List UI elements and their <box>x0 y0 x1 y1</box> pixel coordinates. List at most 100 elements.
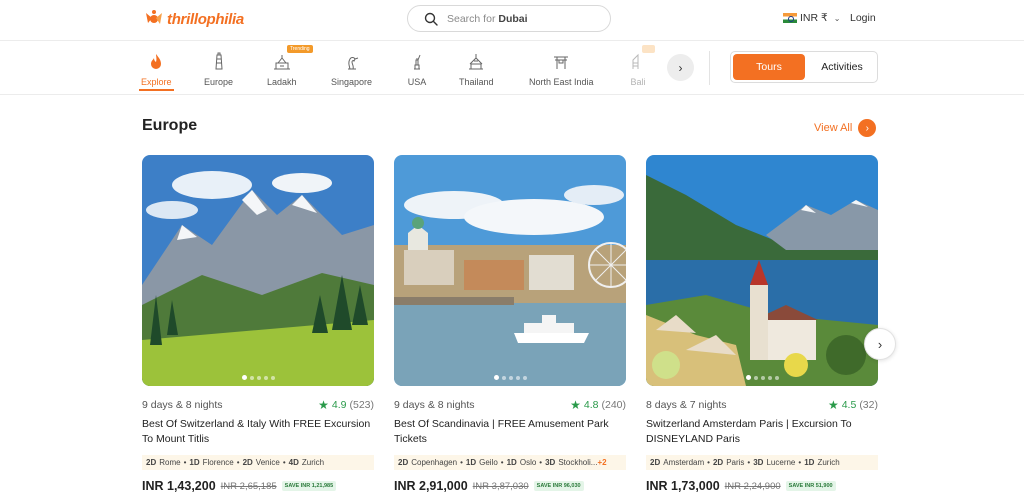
carousel-dot[interactable] <box>501 375 506 380</box>
section-title: Europe <box>142 117 198 134</box>
category-bali[interactable]: Bali <box>628 41 655 95</box>
tour-image[interactable] <box>394 155 626 386</box>
lake-lucerne-photo <box>646 155 878 386</box>
category-thailand[interactable]: Thailand <box>459 41 494 95</box>
category-north-east-india[interactable]: North East India <box>529 41 594 95</box>
itinerary-strip: 2D Copenhagen • 1D Geilo • 1D Oslo • 3D Stockho… <box>394 455 626 470</box>
category-label: Ladakh <box>267 77 297 87</box>
chevron-right-icon: › <box>678 60 683 75</box>
carousel-dot[interactable] <box>508 375 513 380</box>
category-label: USA <box>407 77 427 87</box>
category-europe[interactable]: Europe <box>204 41 233 95</box>
login-link[interactable]: Login <box>850 12 876 24</box>
activities-tab[interactable]: Activities <box>809 54 875 80</box>
category-nav: Explore Europe Trending Ladakh Singapore… <box>0 41 1024 95</box>
view-all-link[interactable]: View All › <box>814 119 877 137</box>
carousel-dot[interactable] <box>493 375 499 380</box>
swiss-mountain-photo <box>142 155 374 386</box>
current-price: INR 1,43,200 <box>142 479 216 492</box>
tour-title[interactable]: Switzerland Amsterdam Paris | Excursion … <box>646 417 878 447</box>
itinerary-place: Lucerne <box>766 458 796 467</box>
carousel-dot[interactable] <box>249 375 254 380</box>
itinerary-days: 1D <box>506 458 517 467</box>
temple-icon <box>469 54 484 70</box>
tour-card[interactable]: 9 days & 8 nights ★ 4.8 (240) Best Of Sc… <box>394 155 626 492</box>
category-label: North East India <box>529 77 594 87</box>
rating-value: 4.9 <box>331 399 347 411</box>
bali-temple-icon <box>632 53 639 69</box>
itinerary-place: Oslo <box>519 458 537 467</box>
currency-selector[interactable]: INR ₹ ⌄ <box>783 12 840 24</box>
category-usa[interactable]: USA <box>407 41 427 95</box>
merlion-icon <box>347 57 358 70</box>
review-count: (523) <box>349 399 374 411</box>
carousel-dot[interactable] <box>515 375 520 380</box>
current-price: INR 2,91,000 <box>394 479 468 492</box>
trip-duration: 8 days & 7 nights <box>646 399 727 411</box>
category-singapore[interactable]: Singapore <box>331 41 372 95</box>
cards-next-button[interactable]: › <box>864 328 896 360</box>
logo-text: thrillophilia <box>167 10 244 28</box>
tour-image[interactable] <box>646 155 878 386</box>
india-flag-icon <box>783 13 797 23</box>
itinerary-days: 2D <box>242 458 253 467</box>
itinerary-strip: 2D Amsterdam • 2D Paris • 3D Lucerne • 1D Zuric… <box>646 455 878 470</box>
trip-duration: 9 days & 8 nights <box>142 399 223 411</box>
carousel-dot[interactable] <box>753 375 758 380</box>
currency-label: INR ₹ <box>800 12 828 24</box>
search-bar[interactable]: Search for Dubai <box>407 5 611 32</box>
carousel-dot[interactable] <box>774 375 779 380</box>
carousel-dot[interactable] <box>767 375 772 380</box>
trip-duration: 9 days & 8 nights <box>394 399 475 411</box>
category-ladakh[interactable]: Trending Ladakh <box>267 41 313 95</box>
tour-title[interactable]: Best Of Switzerland & Italy With FREE Ex… <box>142 417 374 447</box>
itinerary-place: Copenhagen <box>411 458 458 467</box>
star-icon: ★ <box>827 398 839 412</box>
category-label: Europe <box>204 77 234 87</box>
tour-card[interactable]: 9 days & 8 nights ★ 4.9 (523) Best Of Sw… <box>142 155 374 492</box>
category-label: Singapore <box>331 77 373 87</box>
carousel-dots <box>646 375 878 380</box>
itinerary-place: Zurich <box>817 458 840 467</box>
nav-divider <box>709 51 710 85</box>
itinerary-days: 2D <box>398 458 409 467</box>
itinerary-days: 1D <box>189 458 200 467</box>
tours-tab[interactable]: Tours <box>733 54 805 80</box>
original-price: INR 2,24,900 <box>724 480 781 492</box>
search-icon <box>424 12 438 26</box>
carousel-dots <box>142 375 374 380</box>
chevron-right-icon: › <box>858 119 877 137</box>
rating-value: 4.5 <box>841 399 857 411</box>
carousel-dot[interactable] <box>745 375 751 380</box>
carousel-dot[interactable] <box>760 375 765 380</box>
category-label: Thailand <box>459 77 494 87</box>
itinerary-days: 1D <box>804 458 815 467</box>
carousel-dot[interactable] <box>256 375 261 380</box>
search-placeholder: Search for Dubai <box>447 12 528 25</box>
logo[interactable]: thrillophilia <box>144 9 244 29</box>
itinerary-place: Venice <box>255 458 280 467</box>
top-header: thrillophilia Search for Dubai INR ₹ ⌄ L… <box>0 0 1024 41</box>
itinerary-days: 3D <box>753 458 764 467</box>
helsinki-harbour-photo <box>394 155 626 386</box>
carousel-dot[interactable] <box>241 375 247 380</box>
itinerary-place: Rome <box>159 458 181 467</box>
star-icon: ★ <box>318 398 329 412</box>
category-label: Bali <box>630 77 646 87</box>
category-explore[interactable]: Explore <box>139 41 174 95</box>
itinerary-place: Stockholi... <box>558 458 598 467</box>
tour-title[interactable]: Best Of Scandinavia | FREE Amusement Par… <box>394 417 626 447</box>
categories-next-button[interactable]: › <box>667 54 694 81</box>
rating: ★ 4.5 (32) <box>828 398 878 412</box>
current-price: INR 1,73,000 <box>646 479 720 492</box>
carousel-dot[interactable] <box>270 375 275 380</box>
card-meta: 8 days & 7 nights ★ 4.5 (32) <box>646 398 878 412</box>
carousel-dot[interactable] <box>263 375 268 380</box>
carousel-dot[interactable] <box>522 375 527 380</box>
tour-card[interactable]: 8 days & 7 nights ★ 4.5 (32) Switzerland… <box>646 155 878 492</box>
price-row: INR 1,43,200 INR 2,65,185 SAVE INR 1,21,… <box>142 479 374 492</box>
rating-value: 4.8 <box>583 399 599 411</box>
itinerary-days: 2D <box>650 458 661 467</box>
itinerary-more[interactable]: +2 <box>597 458 606 467</box>
tour-image[interactable] <box>142 155 374 386</box>
